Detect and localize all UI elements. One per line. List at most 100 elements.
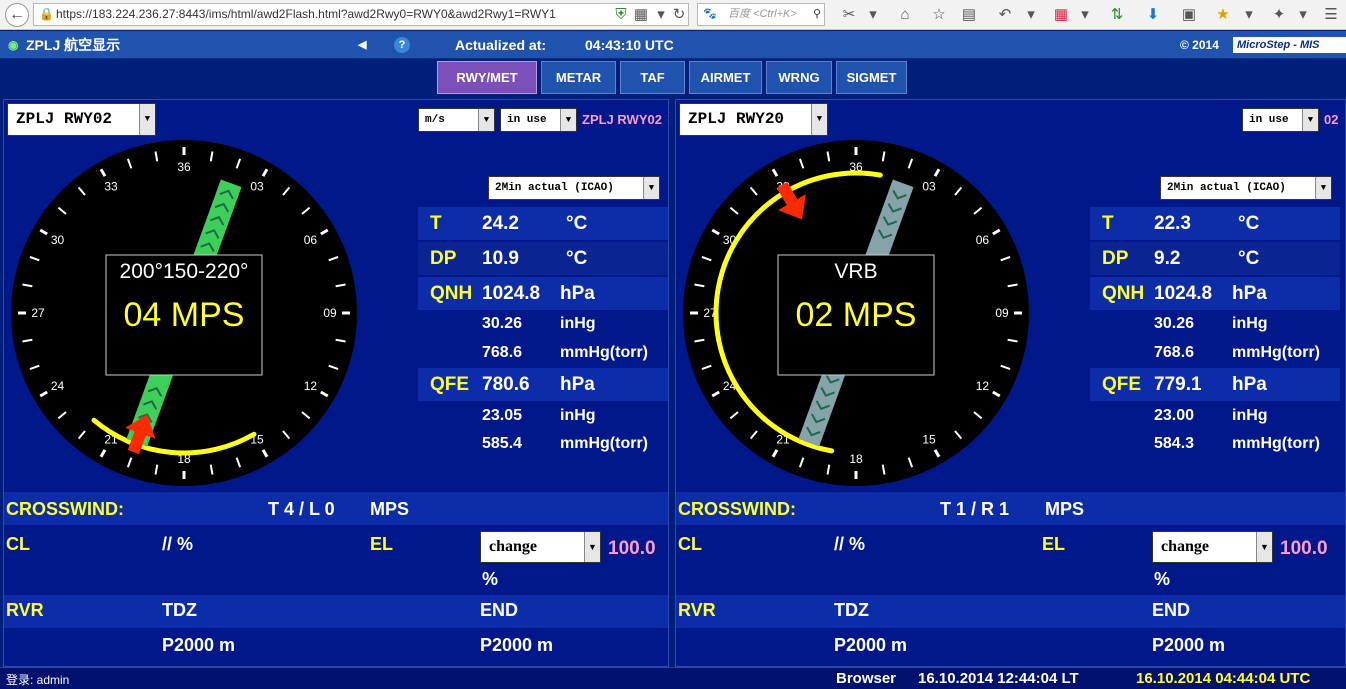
search-input[interactable]: 🐾 百度 <Ctrl+K> ⚲ <box>697 3 825 26</box>
actualized-label: Actualized at: <box>455 37 547 53</box>
crosswind-value: T 4 / L 0 <box>268 499 335 519</box>
qfe-inhg-value: 23.05 <box>482 407 523 424</box>
star-icon[interactable]: ☆ <box>928 4 950 26</box>
chevron-down-icon: ▼ <box>811 104 827 135</box>
app-title: ZPLJ 航空显示 <box>26 37 121 53</box>
chevron-down-icon: ▼ <box>1315 177 1331 199</box>
crosswind-label: CROSSWIND: <box>678 499 796 519</box>
unit-select[interactable]: m/s ▼ <box>418 108 495 132</box>
dropdown-icon[interactable]: ▾ <box>1292 4 1314 26</box>
wind-direction-text: 200°150-220° <box>120 260 249 283</box>
undo-icon[interactable]: ↶ <box>994 4 1016 26</box>
compass-label: 09 <box>995 306 1009 320</box>
qnh-inhg-unit: inHg <box>560 315 596 332</box>
use-select[interactable]: in use ▼ <box>1242 108 1319 132</box>
qfe-hpa-value: 780.6 <box>482 374 530 395</box>
el-label: EL <box>370 534 394 554</box>
mode-select[interactable]: 2Min actual (ICAO) ▼ <box>488 176 660 200</box>
cl-value: // % <box>834 534 866 554</box>
copyright: © 2014 <box>1180 38 1219 52</box>
qfe-label: QFE <box>1102 374 1142 395</box>
tab-taf[interactable]: TAF <box>620 61 685 94</box>
t-label: T <box>1102 213 1114 234</box>
compass-label: 18 <box>849 452 863 466</box>
url-bar[interactable]: 🔒 https://183.224.236.27:8443/ims/html/aw… <box>33 3 689 26</box>
runway-label: 02 <box>1324 112 1339 127</box>
el-select[interactable]: change ▼ <box>480 531 601 563</box>
qnh-hpa-value: 1024.8 <box>482 283 541 304</box>
search-placeholder: 百度 <Ctrl+K> <box>728 8 797 20</box>
chevron-down-icon: ▼ <box>643 177 659 199</box>
qfe-inhg-unit: inHg <box>1232 407 1268 424</box>
dp-unit: °C <box>1238 248 1260 269</box>
el-unit: % <box>1154 569 1171 589</box>
browser-label: Browser <box>836 670 897 687</box>
runway-select[interactable]: ZPLJ RWY02 ▼ <box>7 103 156 136</box>
qfe-label: QFE <box>430 374 470 395</box>
tools-icon[interactable]: ✦ <box>1268 4 1290 26</box>
mode-select[interactable]: 2Min actual (ICAO) ▼ <box>1160 176 1332 200</box>
tab-sigmet[interactable]: SIGMET <box>836 61 907 94</box>
back-icon[interactable]: ← <box>5 3 29 27</box>
shield-icon[interactable]: ⛨ <box>610 4 632 26</box>
tab-metar[interactable]: METAR <box>541 61 616 94</box>
tab-rwy-met[interactable]: RWY/MET <box>437 61 537 94</box>
status-bar: 登录: admin Browser 16.10.2014 12:44:04 LT… <box>0 667 1346 689</box>
crosswind-value: T 1 / R 1 <box>940 499 1010 519</box>
app-logo-icon: ◉ <box>8 38 19 52</box>
dropdown-icon[interactable]: ▾ <box>862 4 884 26</box>
runway-panel-left: ZPLJ RWY02 ▼ m/s ▼ in use ▼ ZPLJ RWY02 2Min… <box>3 99 669 667</box>
qfe-mmhg-unit: mmHg(torr) <box>1232 435 1320 452</box>
dropdown-icon[interactable]: ▾ <box>1238 4 1260 26</box>
compass-label: 36 <box>177 160 191 174</box>
tdz-label: TDZ <box>834 600 869 620</box>
collapse-icon[interactable]: ◀ <box>358 31 366 59</box>
qnh-mmhg-value: 768.6 <box>482 344 523 361</box>
qfe-mmhg-value: 584.3 <box>1154 435 1195 452</box>
qnh-inhg-unit: inHg <box>1232 315 1268 332</box>
home-icon[interactable]: ⌂ <box>894 4 916 26</box>
wind-speed-text: 04 MPS <box>124 296 245 334</box>
qnh-mmhg-unit: mmHg(torr) <box>560 344 648 361</box>
url-text: https://183.224.236.27:8443/ims/html/awd… <box>56 7 556 21</box>
tab-airmet[interactable]: AIRMET <box>689 61 762 94</box>
reload-icon[interactable]: ↻ <box>668 4 690 26</box>
compass-label: 15 <box>922 432 936 446</box>
tab-wrng[interactable]: WRNG <box>766 61 832 94</box>
chevron-down-icon: ▼ <box>1256 532 1272 562</box>
help-icon[interactable]: ? <box>394 37 410 53</box>
download-icon[interactable]: ⬇ <box>1142 4 1164 26</box>
chevron-down-icon: ▼ <box>139 104 155 135</box>
search-icon[interactable]: ⚲ <box>813 4 821 25</box>
compass-label: 06 <box>304 233 318 247</box>
tdz-value: P2000 m <box>834 635 908 655</box>
actualized-time: 04:43:10 UTC <box>585 37 674 53</box>
runway-select-value: ZPLJ RWY20 <box>688 110 785 128</box>
use-select[interactable]: in use ▼ <box>500 108 577 132</box>
wind-direction-text: VRB <box>834 260 877 283</box>
compass-label: 12 <box>976 379 990 393</box>
clipboard-icon[interactable]: ▤ <box>958 4 980 26</box>
dropdown-icon[interactable]: ▾ <box>1074 4 1096 26</box>
use-select-value: in use <box>1249 114 1289 126</box>
image-icon[interactable]: ▣ <box>1178 4 1200 26</box>
qr-icon[interactable]: ▦ <box>630 4 652 26</box>
el-label: EL <box>1042 534 1066 554</box>
compass-label: 30 <box>51 233 65 247</box>
wind-speed-text: 02 MPS <box>796 296 917 334</box>
favorite-icon[interactable]: ★ <box>1212 4 1234 26</box>
chevron-down-icon: ▼ <box>1302 109 1318 131</box>
grid-icon[interactable]: ▦ <box>1050 4 1072 26</box>
qnh-mmhg-value: 768.6 <box>1154 344 1195 361</box>
menu-icon[interactable]: ☰ <box>1320 4 1342 26</box>
wind-rose: 360306091215182124273033 200°150-220° 04… <box>11 140 357 486</box>
screenshot-icon[interactable]: ✂ <box>838 4 860 26</box>
dropdown-icon[interactable]: ▾ <box>1020 4 1042 26</box>
el-select-value: change <box>1161 538 1209 555</box>
sync-icon[interactable]: ⇅ <box>1106 4 1128 26</box>
el-unit: % <box>482 569 499 589</box>
qfe-hpa-unit: hPa <box>560 374 595 395</box>
compass-label: 33 <box>104 180 118 194</box>
el-select[interactable]: change ▼ <box>1152 531 1273 563</box>
runway-select[interactable]: ZPLJ RWY20 ▼ <box>679 103 828 136</box>
